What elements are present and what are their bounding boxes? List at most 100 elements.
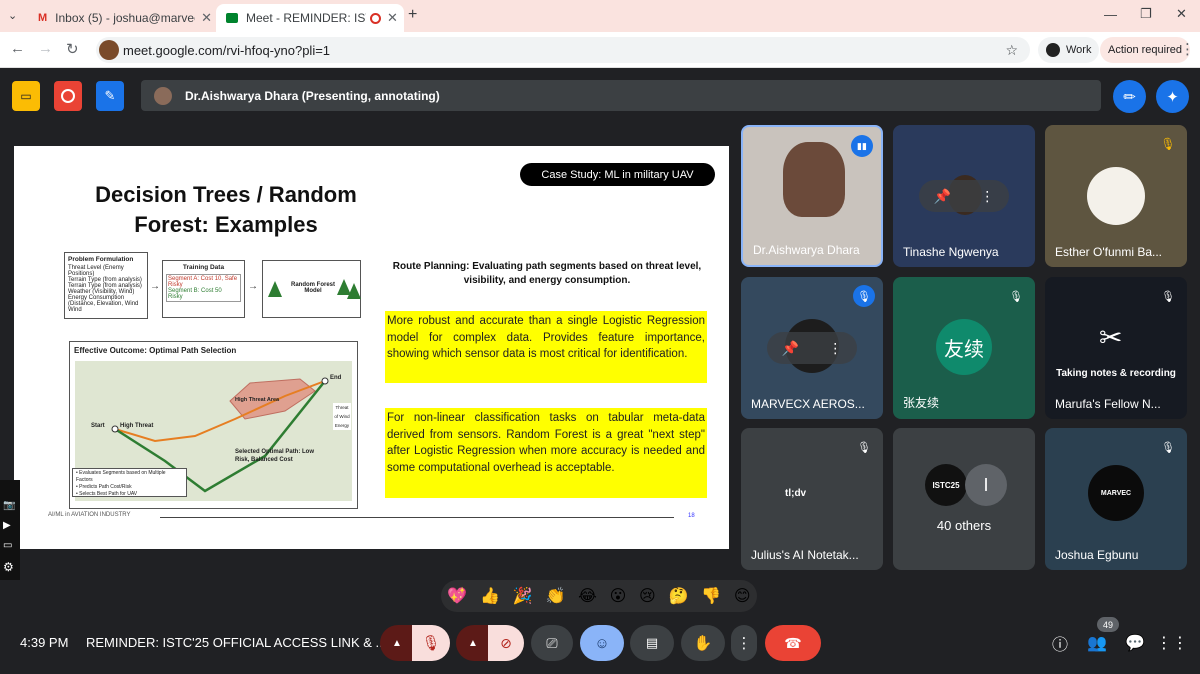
presenter-label: Dr.Aishwarya Dhara (Presenting, annotati…	[185, 88, 440, 103]
restore-button[interactable]: ❐	[1140, 6, 1152, 22]
annotate-button[interactable]: ✏	[1113, 80, 1146, 113]
action-required-label: Action required	[1108, 44, 1182, 56]
reaction-sad[interactable]: 😢	[639, 586, 656, 606]
path-legend: Threat of Wind Energy	[333, 403, 351, 430]
camera-toggle-button[interactable]: ⊘	[488, 625, 524, 661]
notes-button[interactable]: ✎	[96, 81, 124, 111]
participant-name: 张友续	[903, 396, 940, 410]
reaction-party[interactable]: 🎉	[513, 586, 533, 606]
close-icon[interactable]: ✕	[201, 10, 212, 26]
more-options-icon[interactable]: ⋮	[980, 188, 994, 205]
problem-line: Threat Level (Enemy Positions)	[68, 265, 124, 277]
arrow-icon: →	[248, 281, 258, 292]
participant-tile[interactable]: tl;dv 🎙 Julius's AI Notetak...	[741, 428, 883, 570]
reaction-thumbs-up[interactable]: 👍	[480, 586, 500, 606]
activities-icon[interactable]: ⋮⋮	[1156, 632, 1188, 654]
present-screen-icon: ⎚	[546, 634, 558, 651]
recording-button[interactable]	[54, 81, 82, 111]
notetaker-status: Taking notes & recording	[1056, 368, 1176, 379]
omnibox[interactable]: meet.google.com/rvi-hfoq-yno?pli=1 ☆	[96, 37, 1030, 63]
sparkle-icon: ✦	[1166, 88, 1179, 106]
emoji-button[interactable]: ☺	[580, 625, 624, 661]
outcome-bullets: • Evaluates Segments based on Multiple F…	[72, 468, 187, 497]
high-threat-area-label: High Threat Area	[235, 397, 280, 403]
avatar: ISTC25	[925, 464, 967, 506]
footer-divider	[160, 517, 674, 518]
people-icon[interactable]: 👥	[1086, 632, 1108, 654]
reaction-thumbs-down[interactable]: 👎	[701, 586, 721, 606]
new-tab-button[interactable]: +	[408, 6, 417, 24]
close-window-button[interactable]: ✕	[1176, 6, 1187, 22]
reaction-heart[interactable]: 💖	[447, 586, 467, 606]
record-icon	[61, 89, 75, 103]
menu-kebab-icon[interactable]: ⋮	[1180, 40, 1195, 58]
hide-presentation-button[interactable]: ▭	[12, 81, 40, 111]
bookmark-star-icon[interactable]: ☆	[1005, 42, 1018, 59]
bullet-item: • Evaluates Segments based on Multiple F…	[76, 470, 166, 483]
participant-name: Esther O'funmi Ba...	[1055, 245, 1162, 259]
tile-hover-controls[interactable]: 📌 ⋮	[919, 180, 1009, 212]
emoji-icon: ☺	[594, 634, 610, 652]
participant-tile[interactable]: 🎙 Esther O'funmi Ba...	[1045, 125, 1187, 267]
tab-inbox[interactable]: M Inbox (5) - joshua@marvecx.co ✕	[28, 4, 216, 32]
captions-button[interactable]: ▤	[630, 625, 674, 661]
profile-button[interactable]: Work	[1038, 37, 1100, 63]
mic-off-icon: 🎙	[1009, 290, 1023, 303]
camera-icon[interactable]: 📷	[3, 500, 15, 511]
gear-icon[interactable]: ⚙	[3, 560, 14, 574]
video-options-button[interactable]: ▲	[456, 625, 490, 661]
avatar: I	[965, 464, 1007, 506]
presentation-slide: Case Study: ML in military UAV Decision …	[14, 146, 729, 549]
profile-label: Work	[1066, 44, 1092, 56]
training-data-box: Training Data Segment A: Cost 10, Safe R…	[162, 260, 245, 318]
tab-meet[interactable]: Meet - REMINDER: ISTC'25 ✕	[216, 4, 404, 32]
reaction-surprised[interactable]: 😮	[610, 586, 627, 606]
audio-options-button[interactable]: ▲	[380, 625, 414, 661]
back-button[interactable]: ←	[10, 40, 25, 57]
reaction-clap[interactable]: 👏	[545, 586, 565, 606]
reaction-bar: 💖 👍 🎉 👏 😂 😮 😢 🤔 👎 😊	[441, 580, 757, 612]
tab-search-icon[interactable]: ⌄	[8, 9, 17, 22]
meeting-control-bar: 4:39 PM REMINDER: ISTC'25 OFFICIAL ACCES…	[0, 612, 1200, 674]
video-icon[interactable]: ▶	[3, 520, 11, 531]
tile-hover-controls[interactable]: 📌 ⋮	[767, 332, 857, 364]
action-required-button[interactable]: Action required	[1100, 37, 1190, 63]
start-label: Start	[91, 423, 105, 429]
participant-tile[interactable]: ✂ Taking notes & recording 🎙 Marufa's Fe…	[1045, 277, 1187, 419]
more-options-icon[interactable]: ⋮	[828, 340, 842, 357]
pin-icon[interactable]: 📌	[934, 188, 951, 205]
participant-tile[interactable]: MARVEC 🎙 Joshua Egbunu	[1045, 428, 1187, 570]
pin-icon[interactable]: 📌	[782, 340, 799, 357]
more-options-button[interactable]: ⋮	[731, 625, 757, 661]
chat-icon[interactable]: 💬	[1124, 632, 1146, 654]
others-tile[interactable]: ISTC25 I 40 others	[893, 428, 1035, 570]
mic-off-icon: 🎙	[1160, 137, 1176, 151]
legend-energy: Energy	[334, 423, 350, 428]
close-icon[interactable]: ✕	[387, 10, 398, 26]
site-info-icon[interactable]	[99, 40, 119, 60]
forward-button[interactable]: →	[38, 40, 53, 57]
browser-tab-bar: ⌄ M Inbox (5) - joshua@marvecx.co ✕ Meet…	[0, 0, 1200, 32]
present-button[interactable]: ⎚	[531, 625, 573, 661]
participant-tile[interactable]: 📌 ⋮ Tinashe Ngwenya	[893, 125, 1035, 267]
chevron-up-icon: ▲	[468, 637, 478, 649]
participant-tile[interactable]: 📌 ⋮ 🎙 MARVECX AEROS...	[741, 277, 883, 419]
url-text: meet.google.com/rvi-hfoq-yno?pli=1	[123, 42, 331, 58]
participant-tile[interactable]: ▮▮ Dr.Aishwarya Dhara	[741, 125, 883, 267]
participant-tile[interactable]: 友续 🎙 张友续	[893, 277, 1035, 419]
leave-call-button[interactable]: ☎	[765, 625, 821, 661]
mic-toggle-button[interactable]: 🎙	[412, 625, 450, 661]
screen-icon[interactable]: ▭	[3, 540, 12, 551]
reaction-laugh[interactable]: 😂	[578, 586, 597, 606]
reaction-thinking[interactable]: 🤔	[669, 586, 689, 606]
reaction-more[interactable]: 😊	[734, 586, 751, 606]
tab-meet-label: Meet - REMINDER: ISTC'25	[246, 11, 366, 25]
minimize-button[interactable]: —	[1104, 7, 1117, 22]
highlight-box-2: For non-linear classification tasks on t…	[385, 408, 707, 498]
meeting-title: REMINDER: ISTC'25 OFFICIAL ACCESS LINK &…	[86, 635, 387, 650]
meeting-info-icon[interactable]: ⓘ	[1049, 632, 1071, 654]
presenter-bar[interactable]: Dr.Aishwarya Dhara (Presenting, annotati…	[141, 80, 1101, 111]
raise-hand-button[interactable]: ✋	[681, 625, 725, 661]
reload-button[interactable]: ↻	[66, 40, 79, 58]
gemini-button[interactable]: ✦	[1156, 80, 1189, 113]
